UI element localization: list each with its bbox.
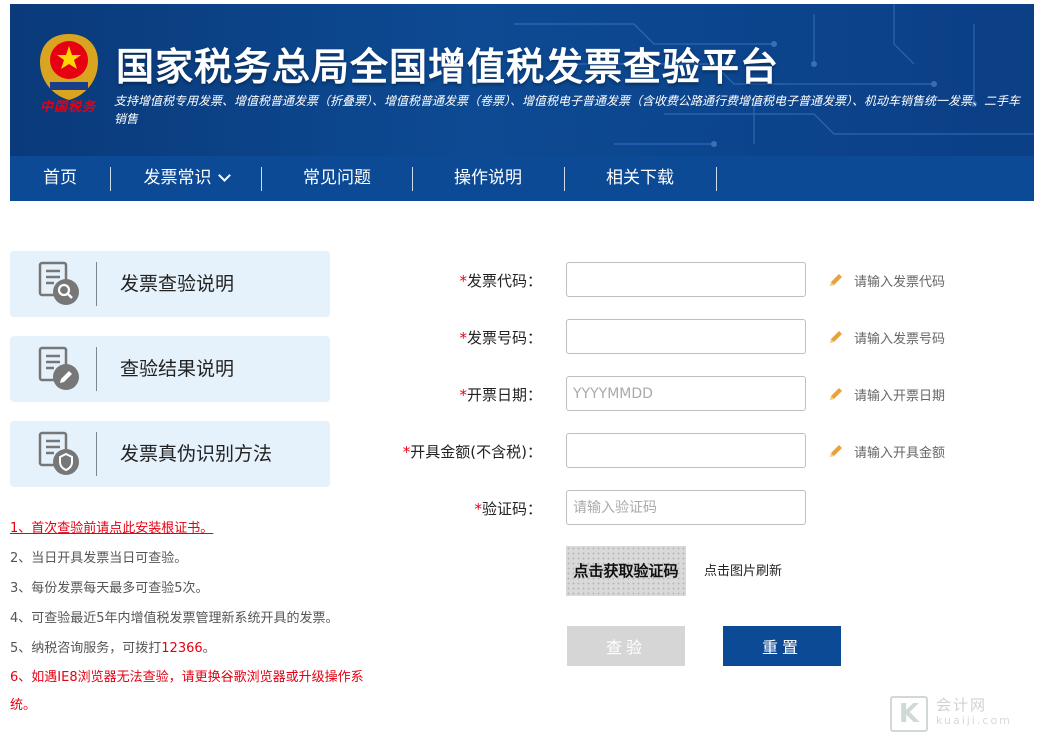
invoice-code-input[interactable] [566,262,806,297]
note-same-day: 2、当日开具发票当日可查验。 [10,551,188,566]
watermark-domain: kuaiji.com [936,714,1012,727]
chevron-down-icon [217,169,231,182]
hint-text: 请输入发票代码 [854,275,946,290]
note-install-cert[interactable]: 1、首次查验前请点此安装根证书。 [10,514,370,544]
note-hotline: 5、纳税咨询服务，可拨打12366。 [10,634,370,664]
captcha-input[interactable] [566,490,806,525]
captcha-refresh-text[interactable]: 点击图片刷新 [704,560,782,579]
card-divider [96,347,97,391]
issue-date-input[interactable] [566,376,806,411]
captcha-image[interactable]: 点击获取验证码 [566,546,686,596]
required-mark: * [459,386,467,404]
invoice-number-label: *发票号码： [342,327,542,348]
label-text: 发票代码： [466,272,542,290]
issue-date-label: *开票日期： [342,384,542,405]
pencil-icon [830,445,842,457]
watermark: K 会计网 kuaiji.com [890,694,1030,734]
hint-text: 请输入开票日期 [854,389,946,404]
notes-list: 1、首次查验前请点此安装根证书。 2、当日开具发票当日可查验。 3、每份发票每天… [10,514,370,720]
label-text: 发票号码： [466,329,542,347]
invoice-number-input[interactable] [566,319,806,354]
label-text: 开具金额(不含税)： [410,443,542,461]
nav-invoice-knowledge[interactable]: 发票常识 [111,156,261,201]
label-text: 开票日期： [466,386,542,404]
required-mark: * [474,500,482,518]
site-subtitle: 支持增值税专用发票、增值税普通发票（折叠票）、增值税普通发票（卷票）、增值税电子… [114,94,1021,126]
main-nav: 首页 发票常识 常见问题 操作说明 相关下载 [10,156,1034,201]
card-label: 查验结果说明 [120,358,235,380]
pencil-icon [830,331,842,343]
card-divider [96,432,97,476]
nav-invoice-knowledge-label: 发票常识 [143,168,212,188]
invoice-code-hint: 请输入发票代码 [828,271,945,290]
header-banner: 中国税务 国家税务总局全国增值税发票查验平台 支持增值税专用发票、增值税普通发票… [10,4,1034,156]
required-mark: * [459,329,467,347]
watermark-name: 会计网 [936,696,988,714]
card-divider [96,262,97,306]
document-edit-icon [38,346,79,390]
nav-downloads[interactable]: 相关下载 [565,156,715,201]
document-search-icon [38,261,79,305]
hint-text: 请输入发票号码 [854,332,946,347]
card-invoice-check-guide[interactable]: 发票查验说明 [10,251,330,317]
pencil-icon [830,388,842,400]
card-label: 发票真伪识别方法 [120,443,273,465]
reset-button[interactable]: 重置 [723,626,841,666]
query-button[interactable]: 查验 [567,626,685,666]
amount-input[interactable] [566,433,806,468]
invoice-number-hint: 请输入发票号码 [828,328,945,347]
card-label: 发票查验说明 [120,273,235,295]
note-five-years: 4、可查验最近5年内增值税发票管理新系统开具的发票。 [10,611,339,626]
card-authenticity-method[interactable]: 发票真伪识别方法 [10,421,330,487]
amount-label: *开具金额(不含税)： [342,441,542,462]
invoice-code-label: *发票代码： [342,270,542,291]
note-daily-limit: 3、每份发票每天最多可查验5次。 [10,581,209,596]
nav-instructions[interactable]: 操作说明 [413,156,563,201]
hotline-number: 12366 [161,641,203,656]
hotline-suffix: 。 [202,641,216,656]
captcha-label: *验证码： [342,498,542,519]
nav-divider [716,167,717,191]
issue-date-hint: 请输入开票日期 [828,385,945,404]
emblem-text: 中国税务 [40,100,97,115]
pencil-icon [830,274,842,286]
watermark-logo: K [890,696,928,732]
required-mark: * [459,272,467,290]
site-title: 国家税务总局全国增值税发票查验平台 [116,45,780,89]
nav-faq[interactable]: 常见问题 [262,156,412,201]
tax-emblem-icon [40,34,98,100]
hotline-prefix: 5、纳税咨询服务，可拨打 [10,641,162,656]
note-ie8: 6、如遇IE8浏览器无法查验，请更换谷歌浏览器或升级操作系统。 [10,670,364,713]
install-cert-link[interactable]: 1、首次查验前请点此安装根证书。 [10,521,213,536]
label-text: 验证码： [481,500,542,518]
card-result-explanation[interactable]: 查验结果说明 [10,336,330,402]
document-shield-icon [38,431,79,475]
hint-text: 请输入开具金额 [854,446,946,461]
nav-home[interactable]: 首页 [10,156,110,201]
amount-hint: 请输入开具金额 [828,442,945,461]
